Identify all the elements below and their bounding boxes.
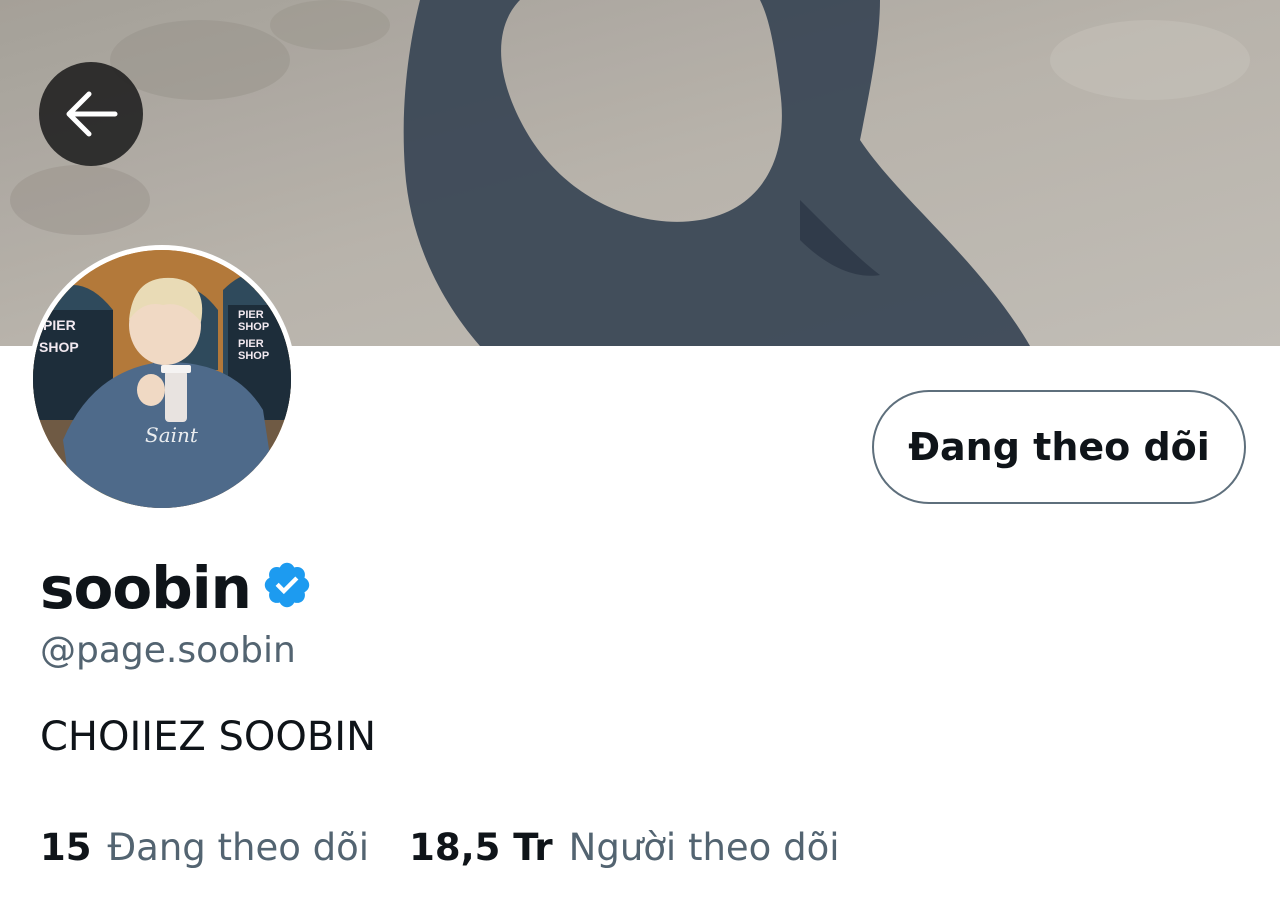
- sign-text: SHOP: [39, 339, 79, 355]
- followers-count[interactable]: 18,5 Tr Người theo dõi: [409, 826, 839, 869]
- profile-handle: @page.soobin: [40, 630, 296, 671]
- sign-text: PIER: [238, 309, 264, 321]
- following-label: Đang theo dõi: [107, 826, 370, 869]
- shirt-text: Saint: [145, 423, 199, 447]
- verified-badge-icon[interactable]: [261, 559, 313, 611]
- following-value: 15: [40, 826, 92, 869]
- sign-text: SHOP: [238, 321, 269, 333]
- followers-label: Người theo dõi: [568, 826, 840, 869]
- sign-text: PIER: [43, 317, 76, 333]
- followers-value: 18,5 Tr: [409, 826, 553, 869]
- back-button[interactable]: [39, 62, 143, 166]
- avatar[interactable]: PIER SHOP PIER SHOP PIER SHOP Saint: [28, 245, 296, 513]
- profile-stats: 15 Đang theo dõi 18,5 Tr Người theo dõi: [40, 826, 840, 869]
- avatar-photo: PIER SHOP PIER SHOP PIER SHOP Saint: [33, 250, 291, 508]
- display-name: soobin: [40, 554, 252, 622]
- sign-text: SHOP: [238, 350, 269, 362]
- profile-name-row: soobin: [40, 548, 313, 628]
- arrow-left-icon: [66, 91, 118, 137]
- profile-bio: CHOIIEZ SOOBIN: [40, 714, 376, 760]
- sign-text: PIER: [238, 338, 264, 350]
- following-button[interactable]: Đang theo dõi: [872, 390, 1246, 504]
- following-count[interactable]: 15 Đang theo dõi: [40, 826, 369, 869]
